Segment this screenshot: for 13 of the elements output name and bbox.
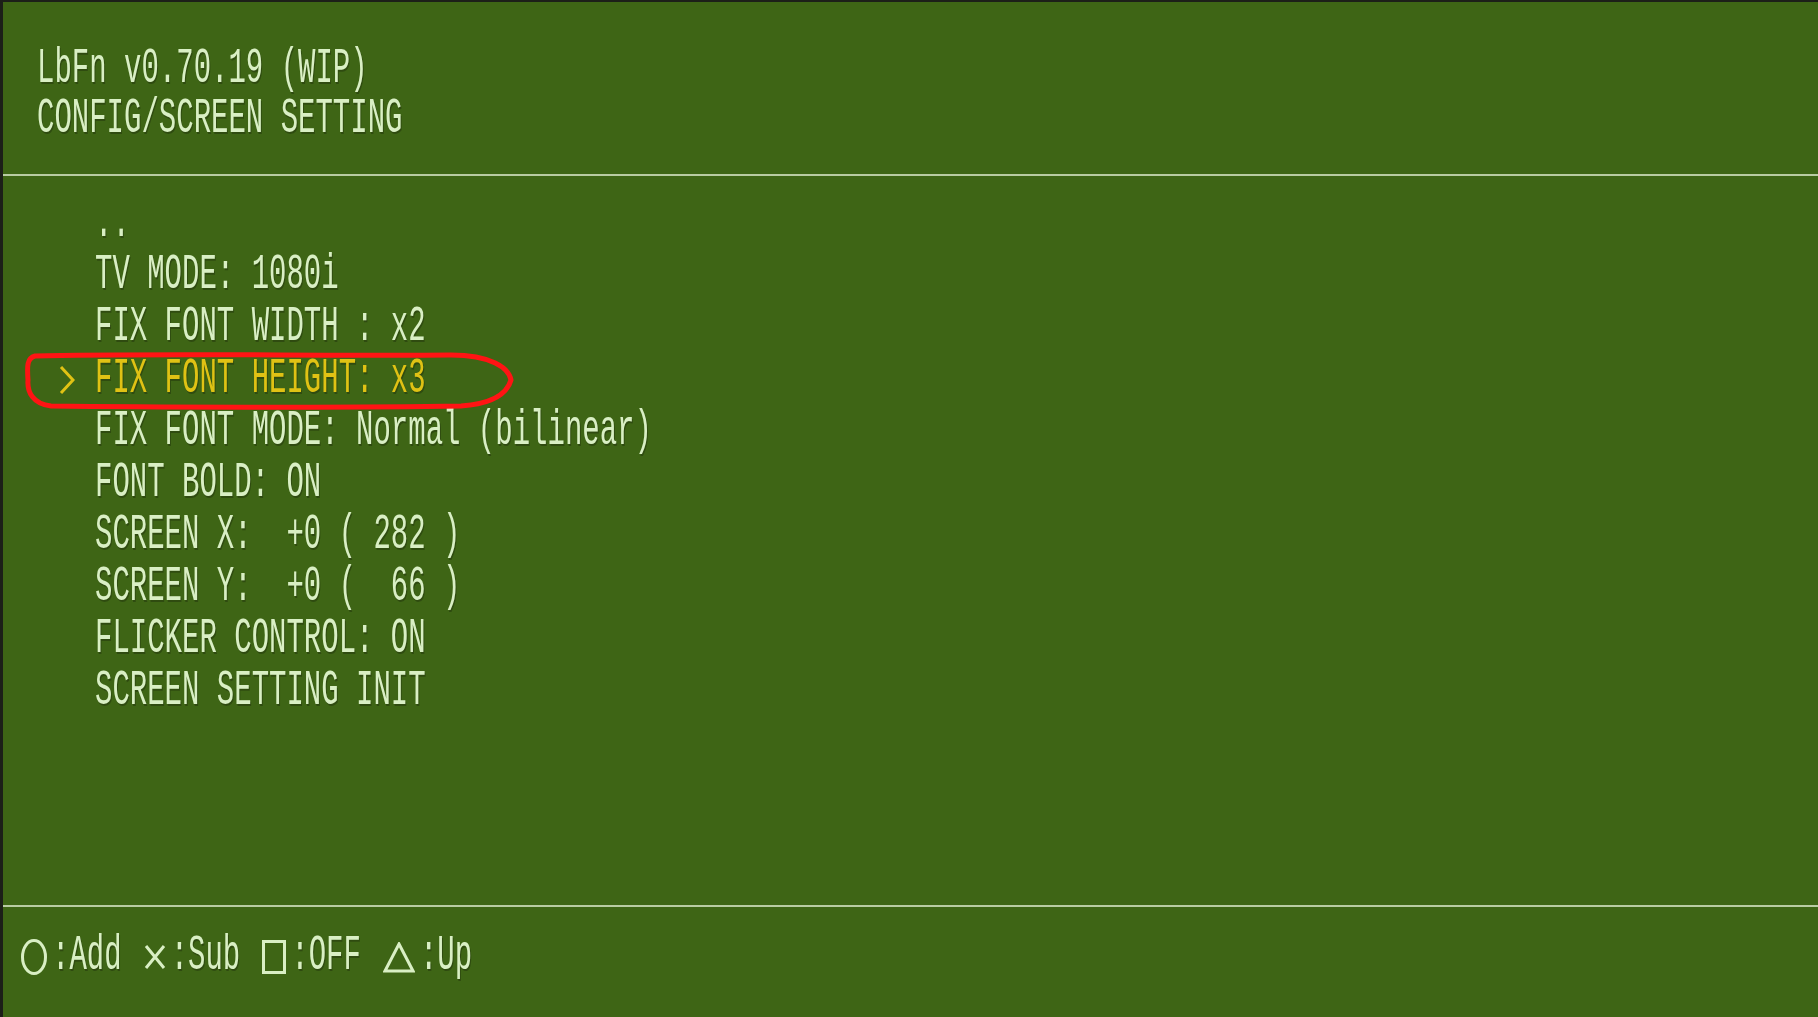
hint-label: :Up: [419, 937, 473, 977]
cross-icon: [143, 944, 166, 970]
circle-icon: [21, 939, 47, 975]
hint-label: :OFF: [291, 937, 361, 977]
menu-item[interactable]: FIX FONT HEIGHT: x3: [95, 360, 426, 400]
menu-item[interactable]: FONT BOLD: ON: [95, 464, 322, 504]
chevron-icon: [59, 365, 75, 395]
menu-item[interactable]: ..: [95, 204, 130, 244]
triangle-icon: [382, 941, 415, 973]
menu-item[interactable]: FIX FONT WIDTH : x2: [95, 308, 426, 348]
menu-item[interactable]: SCREEN SETTING INIT: [95, 672, 426, 712]
square-icon: [262, 940, 287, 974]
menu-item[interactable]: FLICKER CONTROL: ON: [95, 620, 426, 660]
